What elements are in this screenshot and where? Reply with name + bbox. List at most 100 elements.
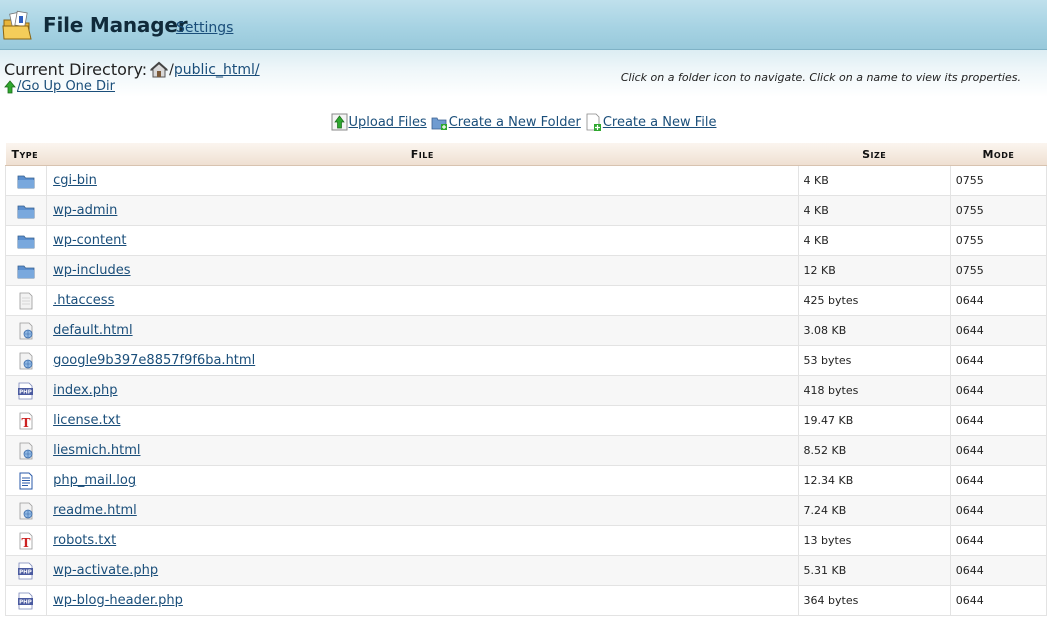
size-cell: 8.52 KB bbox=[798, 435, 951, 466]
type-cell: PHP bbox=[4, 375, 48, 406]
file-manager-logo-icon bbox=[2, 10, 32, 40]
upload-icon[interactable] bbox=[331, 113, 348, 131]
table-row: cgi-bin 4 KB 0755 bbox=[4, 165, 1047, 196]
header-bar: File Manager Settings bbox=[0, 0, 1047, 50]
log-file-icon[interactable] bbox=[18, 472, 34, 489]
mode-cell: 0644 bbox=[950, 345, 1047, 376]
svg-text:PHP: PHP bbox=[19, 389, 32, 395]
file-cell: liesmich.html bbox=[46, 435, 799, 466]
file-name-link[interactable]: default.html bbox=[53, 323, 133, 338]
size-cell: 3.08 KB bbox=[798, 315, 951, 346]
mode-cell: 0644 bbox=[950, 465, 1047, 496]
mode-cell: 0644 bbox=[950, 525, 1047, 556]
file-name-link[interactable]: php_mail.log bbox=[53, 473, 136, 488]
folder-icon[interactable] bbox=[17, 263, 35, 278]
table-header-row: Type File Size Mode bbox=[5, 143, 1047, 166]
size-cell: 418 bytes bbox=[798, 375, 951, 406]
size-cell: 4 KB bbox=[798, 225, 951, 256]
svg-text:PHP: PHP bbox=[19, 569, 32, 575]
file-cell: default.html bbox=[46, 315, 799, 346]
create-new-file-link[interactable]: Create a New File bbox=[603, 115, 717, 130]
up-arrow-icon[interactable] bbox=[4, 79, 16, 94]
size-cell: 5.31 KB bbox=[798, 555, 951, 586]
settings-link[interactable]: Settings bbox=[176, 20, 233, 36]
file-cell: cgi-bin bbox=[46, 165, 799, 196]
table-row: default.html 3.08 KB 0644 bbox=[4, 315, 1047, 346]
size-cell: 19.47 KB bbox=[798, 405, 951, 436]
file-icon[interactable] bbox=[18, 292, 34, 309]
file-name-link[interactable]: wp-admin bbox=[53, 203, 117, 218]
table-row: google9b397e8857f9f6ba.html 53 bytes 0644 bbox=[4, 345, 1047, 376]
file-cell: readme.html bbox=[46, 495, 799, 526]
help-text: Click on a folder icon to navigate. Clic… bbox=[620, 71, 1021, 84]
go-up-one-dir-link[interactable]: /Go Up One Dir bbox=[17, 79, 115, 94]
svg-text:PHP: PHP bbox=[19, 599, 32, 605]
table-row: Trobots.txt 13 bytes 0644 bbox=[4, 525, 1047, 556]
file-name-link[interactable]: wp-activate.php bbox=[53, 563, 158, 578]
html-file-icon[interactable] bbox=[18, 502, 34, 519]
folder-icon[interactable] bbox=[17, 203, 35, 218]
type-cell bbox=[4, 315, 48, 346]
file-name-link[interactable]: wp-includes bbox=[53, 263, 130, 278]
new-folder-icon[interactable] bbox=[431, 113, 448, 131]
html-file-icon[interactable] bbox=[18, 352, 34, 369]
table-row: Tlicense.txt 19.47 KB 0644 bbox=[4, 405, 1047, 436]
upload-files-link[interactable]: Upload Files bbox=[349, 115, 427, 130]
table-row: readme.html 7.24 KB 0644 bbox=[4, 495, 1047, 526]
size-cell: 12 KB bbox=[798, 255, 951, 286]
file-cell: wp-content bbox=[46, 225, 799, 256]
type-cell bbox=[4, 465, 48, 496]
html-file-icon[interactable] bbox=[18, 322, 34, 339]
type-cell bbox=[4, 255, 48, 286]
type-cell: T bbox=[4, 525, 48, 556]
table-row: php_mail.log 12.34 KB 0644 bbox=[4, 465, 1047, 496]
file-cell: robots.txt bbox=[46, 525, 799, 556]
size-cell: 4 KB bbox=[798, 165, 951, 196]
php-file-icon[interactable]: PHP bbox=[17, 562, 35, 579]
column-header-type: Type bbox=[5, 143, 47, 166]
column-header-file: File bbox=[46, 143, 799, 166]
file-name-link[interactable]: index.php bbox=[53, 383, 117, 398]
type-cell: PHP bbox=[4, 555, 48, 586]
mode-cell: 0644 bbox=[950, 585, 1047, 616]
svg-text:T: T bbox=[22, 536, 31, 550]
create-new-folder-link[interactable]: Create a New Folder bbox=[449, 115, 581, 130]
table-row: wp-admin 4 KB 0755 bbox=[4, 195, 1047, 226]
size-cell: 53 bytes bbox=[798, 345, 951, 376]
file-name-link[interactable]: cgi-bin bbox=[53, 173, 97, 188]
path-public-html-link[interactable]: public_html/ bbox=[174, 62, 260, 78]
php-file-icon[interactable]: PHP bbox=[17, 382, 35, 399]
current-directory-label: Current Directory: bbox=[4, 60, 148, 79]
file-name-link[interactable]: readme.html bbox=[53, 503, 137, 518]
page-title: File Manager bbox=[43, 13, 188, 37]
text-file-icon[interactable]: T bbox=[18, 412, 34, 430]
file-name-link[interactable]: wp-blog-header.php bbox=[53, 593, 183, 608]
html-file-icon[interactable] bbox=[18, 442, 34, 459]
folder-icon[interactable] bbox=[17, 173, 35, 188]
table-row: .htaccess 425 bytes 0644 bbox=[4, 285, 1047, 316]
text-file-icon[interactable]: T bbox=[18, 532, 34, 550]
column-header-size: Size bbox=[798, 143, 951, 166]
type-cell bbox=[4, 165, 48, 196]
file-cell: google9b397e8857f9f6ba.html bbox=[46, 345, 799, 376]
type-cell: PHP bbox=[4, 585, 48, 616]
php-file-icon[interactable]: PHP bbox=[17, 592, 35, 609]
mode-cell: 0644 bbox=[950, 555, 1047, 586]
file-name-link[interactable]: license.txt bbox=[53, 413, 120, 428]
folder-icon[interactable] bbox=[17, 233, 35, 248]
new-file-icon[interactable] bbox=[585, 113, 602, 131]
svg-text:T: T bbox=[22, 416, 31, 430]
size-cell: 12.34 KB bbox=[798, 465, 951, 496]
action-bar: Upload Files Create a New Folder Create … bbox=[0, 110, 1047, 134]
file-name-link[interactable]: google9b397e8857f9f6ba.html bbox=[53, 353, 255, 368]
home-icon[interactable] bbox=[150, 61, 169, 79]
file-cell: .htaccess bbox=[46, 285, 799, 316]
go-up-row: /Go Up One Dir bbox=[4, 79, 115, 94]
file-name-link[interactable]: .htaccess bbox=[53, 293, 114, 308]
file-name-link[interactable]: robots.txt bbox=[53, 533, 116, 548]
file-name-link[interactable]: wp-content bbox=[53, 233, 126, 248]
mode-cell: 0755 bbox=[950, 225, 1047, 256]
type-cell bbox=[4, 195, 48, 226]
file-cell: index.php bbox=[46, 375, 799, 406]
file-name-link[interactable]: liesmich.html bbox=[53, 443, 140, 458]
